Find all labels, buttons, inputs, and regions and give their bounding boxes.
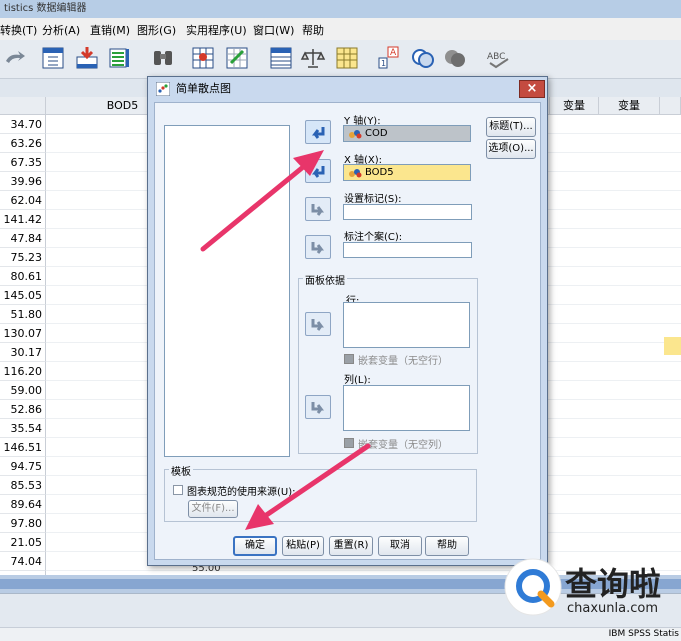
- annotation-arrows: [200, 150, 371, 530]
- watermark-url: chaxunla.com: [567, 601, 658, 616]
- watermark-brand: 查询啦: [565, 565, 662, 603]
- arrow-to-ok-annotation: [245, 443, 371, 530]
- watermark: 查询啦 chaxunla.com: [503, 549, 681, 624]
- search-logo-icon: [504, 558, 562, 616]
- arrow-to-y-axis-annotation: [200, 150, 324, 252]
